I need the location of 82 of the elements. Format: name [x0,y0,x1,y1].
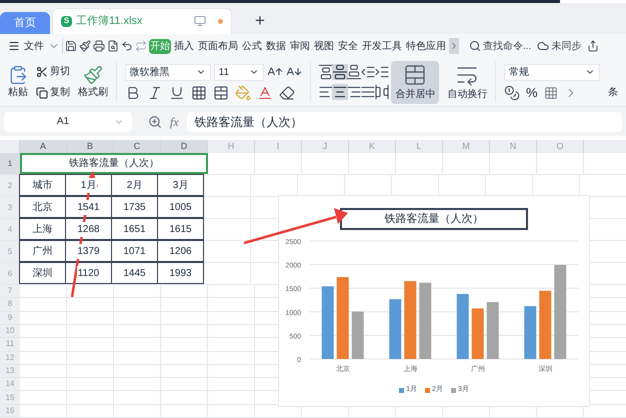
underline-icon[interactable] [168,84,185,101]
paste-button[interactable]: 粘贴 [8,64,28,100]
fill-color-icon[interactable] [234,84,251,101]
bar [472,308,484,359]
copy-button[interactable]: 复制 [36,85,70,100]
cell-style-icon[interactable] [212,84,229,101]
merged-cell[interactable]: 铁路客流量（人次） [20,153,208,174]
menu-tab[interactable]: 安全 [337,38,359,54]
menu-tab[interactable]: 开始 [149,38,171,54]
menu-tab[interactable]: 视图 [313,38,335,54]
legend-swatch [450,388,456,393]
search-icon [469,40,481,52]
table-cell: 1541 [76,200,101,215]
paintbrush-icon [83,64,103,85]
ribbon-label[interactable]: 条 [608,84,618,100]
share-icon[interactable] [587,40,600,52]
align-bottom-icon[interactable] [346,64,362,80]
menu-tab[interactable]: 审阅 [289,38,311,54]
menu-tab[interactable]: 页面布局 [197,38,239,54]
tab[interactable]: S 工作簿11.xlsx [52,8,232,34]
bar [524,306,536,359]
command-search[interactable]: 查找命令... [469,38,532,54]
formula-field[interactable]: 铁路客流量（人次） [186,112,622,132]
brush-icon[interactable] [79,40,91,52]
table-cell: 1379 [76,244,101,259]
number-format-field[interactable]: 常规 [504,64,600,81]
name-box[interactable]: A1 [4,112,132,132]
legend-swatch [425,388,430,393]
font-color-icon[interactable] [256,84,273,101]
cloud-icon [537,40,550,52]
menu-icon [8,40,20,52]
bar [352,312,364,359]
menu-tab[interactable]: 开发工具 [361,38,403,54]
paste-icon [8,64,28,85]
tab-label: 工作簿11.xlsx [76,14,142,29]
new-tab-button[interactable]: + [246,8,274,34]
format-painter-button[interactable]: 格式刷 [78,64,108,100]
align-middle-icon[interactable] [332,64,348,80]
column-header[interactable]: A [20,140,67,154]
column-header[interactable]: C [114,140,161,154]
fx-button[interactable]: fx [170,112,179,131]
more-icon[interactable] [449,38,459,54]
wrap-text-button[interactable]: 自动换行 [447,62,488,102]
menu-tab[interactable]: 特色应用 [405,38,447,54]
file-menu[interactable]: 文件 [8,38,60,54]
merge-center-button[interactable]: 合并居中 [391,60,440,104]
tab[interactable]: 首页 [0,12,50,34]
undo-icon[interactable] [121,40,133,52]
preview-icon[interactable] [107,40,119,52]
align-center-icon[interactable] [332,84,348,100]
chart-title: 铁路客流量（人次） [340,208,528,230]
table-cell: 1月 [80,178,98,193]
distribute-icon[interactable] [374,84,390,100]
column-header[interactable]: B [67,140,114,154]
sync-button[interactable]: 未同步 [537,38,582,54]
row-header[interactable]: 1 [0,153,20,174]
font-size-field[interactable]: 11 [214,64,264,81]
merge-icon [403,62,428,87]
bar [486,302,499,359]
scissors-icon [36,66,48,78]
zoom-icon[interactable] [148,114,162,129]
menu-tab[interactable]: 公式 [241,38,263,54]
border-icon[interactable] [190,84,207,101]
bar [456,294,469,359]
column-header[interactable]: D [161,140,208,154]
legend-swatch [399,388,404,393]
save-icon[interactable] [65,40,77,52]
table-cell: 1268 [76,222,101,237]
monitor-icon[interactable] [194,15,206,28]
percent-button[interactable]: % [526,86,538,100]
align-top-icon[interactable] [318,64,334,80]
currency-icon[interactable] [504,84,520,101]
menu-tab[interactable]: 数据 [265,38,287,54]
font-name-field[interactable]: 微软雅黑 [124,64,211,81]
print-icon[interactable] [93,40,105,52]
eraser-icon[interactable] [278,84,295,101]
cut-button[interactable]: 剪切 [36,64,70,80]
copy-icon [36,86,48,99]
menu-tab[interactable]: 插入 [173,38,195,54]
spreadsheet-icon: S [61,16,72,27]
bar [539,290,552,359]
bar [389,299,402,359]
